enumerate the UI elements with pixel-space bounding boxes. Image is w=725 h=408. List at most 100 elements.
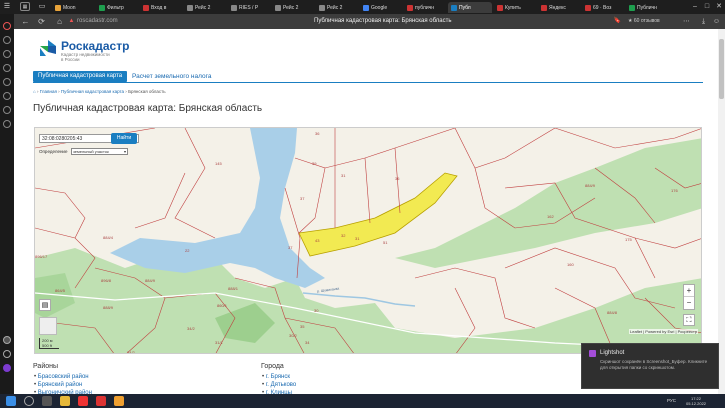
url-field[interactable]: roscadastr.com xyxy=(77,18,118,24)
parcel-number-label[interactable]: 888/1 xyxy=(228,286,238,291)
browser-tab[interactable]: Moon xyxy=(52,2,94,13)
lightshot-notification[interactable]: Lightshot Скриншот сохранён в Screenshot… xyxy=(581,343,719,389)
crumb-home[interactable]: Главная xyxy=(40,89,57,94)
parcel-number-label[interactable]: 32 xyxy=(341,233,345,238)
browser-tab[interactable]: Публ xyxy=(448,2,492,13)
minimize-icon[interactable]: – xyxy=(690,2,700,12)
parcel-number-label[interactable]: 162 xyxy=(547,214,554,219)
reviews-badge[interactable]: ★ 60 отзывов xyxy=(628,18,660,24)
profile-icon[interactable]: ☺ xyxy=(711,16,722,27)
add-panel-icon[interactable] xyxy=(3,350,11,358)
parcel-number-label[interactable]: 34 xyxy=(305,340,309,345)
parcel-number-label[interactable]: 22 xyxy=(185,248,189,253)
parcel-number-label[interactable]: 160 xyxy=(567,262,574,267)
brand-name[interactable]: Роскадастр xyxy=(61,39,129,53)
task-view-icon[interactable] xyxy=(42,396,52,406)
download-icon[interactable]: ⤓ xyxy=(698,16,709,27)
home-crumb-icon[interactable]: ⌂ xyxy=(33,89,36,94)
page-scrollbar[interactable] xyxy=(718,29,725,394)
tab-overview-icon[interactable]: ▦ xyxy=(20,2,30,11)
parcel-number-label[interactable]: 896/17 xyxy=(35,254,47,259)
parcel-number-label[interactable]: 31 xyxy=(355,236,359,241)
definition-select[interactable]: земельный участок ▾ xyxy=(71,148,128,155)
parcel-number-label[interactable]: 43 xyxy=(315,238,319,243)
crumb-map[interactable]: Публичная кадастровая карта xyxy=(61,89,124,94)
parcel-number-label[interactable]: 31 xyxy=(341,173,345,178)
parcel-number-label[interactable]: 884/9 xyxy=(585,183,595,188)
browser-tab[interactable]: RIES / Р xyxy=(228,2,270,13)
notifications-icon[interactable] xyxy=(3,22,11,30)
menu-icon[interactable]: ☰ xyxy=(2,2,12,12)
bookmarks-icon[interactable] xyxy=(3,50,11,58)
map-canvas[interactable] xyxy=(35,128,702,354)
video-icon[interactable] xyxy=(3,78,11,86)
language-indicator[interactable]: РУС xyxy=(667,398,676,403)
parcel-number-label[interactable]: 884/4 xyxy=(103,235,113,240)
news-icon[interactable] xyxy=(3,106,11,114)
browser-tab[interactable]: Рейс 2 xyxy=(184,2,226,13)
parcel-number-label[interactable]: 24/2 xyxy=(127,350,135,353)
alice-icon[interactable] xyxy=(3,336,11,344)
reload-icon[interactable]: ⟳ xyxy=(36,16,47,27)
browser-tab[interactable]: Google xyxy=(360,2,402,13)
close-window-icon[interactable]: ✕ xyxy=(714,2,724,12)
browser-tab[interactable]: Купить xyxy=(494,2,536,13)
parcel-number-label[interactable]: 30 xyxy=(314,308,318,313)
parcel-number-label[interactable]: 39 xyxy=(312,161,316,166)
parcel-number-label[interactable]: 176 xyxy=(671,188,678,193)
parcel-number-label[interactable]: 36 xyxy=(395,176,399,181)
parcel-number-label[interactable]: 37 xyxy=(288,245,292,250)
parcel-number-label[interactable]: 36 xyxy=(315,131,319,136)
browser-tab[interactable]: Публичн xyxy=(626,2,668,13)
browser-tab[interactable]: Вход в xyxy=(140,2,182,13)
parcel-number-label[interactable]: 864/5 xyxy=(55,288,65,293)
layers-icon[interactable]: ▤ xyxy=(39,299,51,311)
parcel-number-label[interactable]: 896/8 xyxy=(101,278,111,283)
start-icon[interactable] xyxy=(6,396,16,406)
taskbar-app2-icon[interactable] xyxy=(114,396,124,406)
parcel-number-label[interactable]: 51 xyxy=(383,240,387,245)
browser-tab[interactable]: Фильтр xyxy=(96,2,138,13)
clock-icon[interactable] xyxy=(3,36,11,44)
assistant-icon[interactable] xyxy=(3,364,11,372)
parcel-number-label[interactable]: 30/2 xyxy=(289,333,297,338)
parcel-number-label[interactable]: 37 xyxy=(300,196,304,201)
parcel-number-label[interactable]: 888/9 xyxy=(103,305,113,310)
find-button[interactable]: Найти xyxy=(111,133,137,144)
scrollbar-thumb[interactable] xyxy=(719,39,724,99)
history-icon[interactable] xyxy=(3,64,11,72)
tab-land-tax[interactable]: Расчет земельного налога xyxy=(132,71,211,82)
zoom-in-button[interactable]: + xyxy=(684,285,694,297)
parcel-number-label[interactable]: 145 xyxy=(215,161,222,166)
parcel-number-label[interactable]: 884/9 xyxy=(145,278,155,283)
tab-public-map[interactable]: Публичная кадастровая карта xyxy=(33,71,128,82)
basemap-switch-icon[interactable] xyxy=(39,317,57,335)
parcel-number-label[interactable]: 35 xyxy=(300,324,304,329)
file-explorer-icon[interactable] xyxy=(60,396,70,406)
parcel-number-label[interactable]: 31/1 xyxy=(215,340,223,345)
music-icon[interactable] xyxy=(3,92,11,100)
browser-tab[interactable]: 69 · Воз xyxy=(582,2,624,13)
city-link[interactable]: г. Дятьково xyxy=(262,382,296,388)
fullscreen-icon[interactable]: ⛶ xyxy=(683,314,695,326)
parcel-number-label[interactable]: 860/1 xyxy=(217,303,227,308)
district-link[interactable]: Брянский район xyxy=(34,382,82,388)
home-icon[interactable]: ⌂ xyxy=(54,16,65,27)
browser-tab[interactable]: публичн xyxy=(404,2,446,13)
site-warning-icon[interactable]: ▲ xyxy=(66,16,77,27)
search-icon[interactable] xyxy=(24,396,34,406)
browser-tab[interactable]: Яндекс xyxy=(538,2,580,13)
zoom-out-button[interactable]: − xyxy=(684,297,694,309)
extensions-icon[interactable]: ⋯ xyxy=(681,16,692,27)
maximize-icon[interactable]: □ xyxy=(702,2,712,12)
tab-list-icon[interactable]: ▭ xyxy=(37,2,47,12)
yandex-browser-icon[interactable] xyxy=(78,396,88,406)
back-icon[interactable]: ← xyxy=(20,16,31,27)
district-link[interactable]: Брасовский район xyxy=(34,374,89,380)
parcel-number-label[interactable]: 175 xyxy=(625,237,632,242)
taskbar-app-icon[interactable] xyxy=(96,396,106,406)
parcel-number-label[interactable]: 884/8 xyxy=(607,310,617,315)
parcel-number-label[interactable]: 34/2 xyxy=(187,326,195,331)
cadastral-map[interactable]: 145 36 39 37 31 36 51 37 43 32 31 884/9 176 162 160 175… xyxy=(34,127,702,354)
city-link[interactable]: г. Брянск xyxy=(262,374,290,380)
